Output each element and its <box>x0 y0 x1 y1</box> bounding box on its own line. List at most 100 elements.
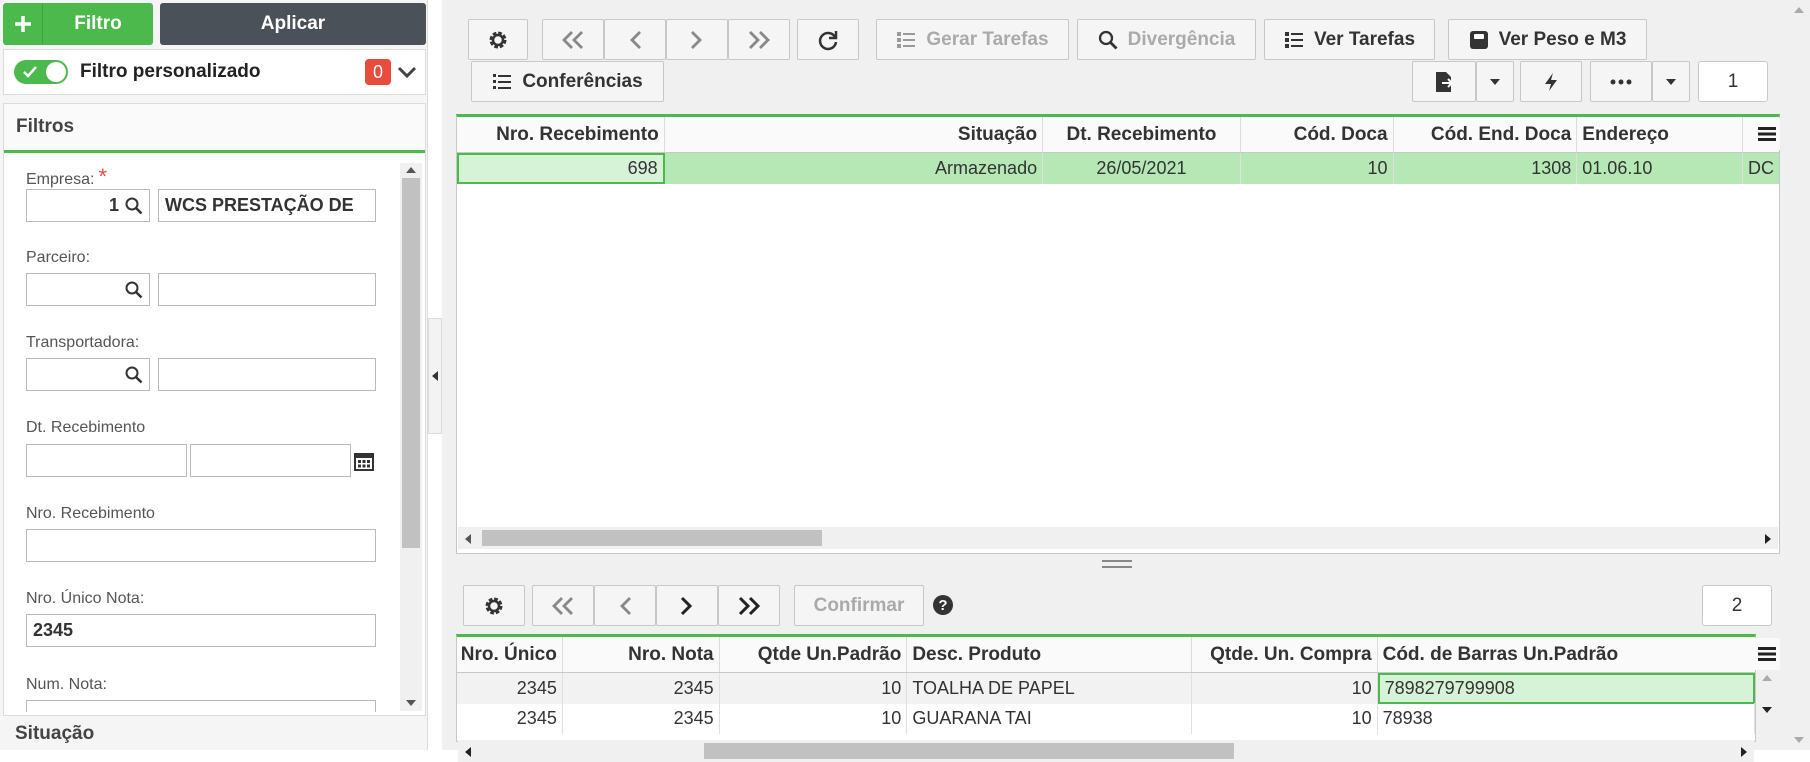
column-header[interactable]: Nro. Único <box>457 637 563 672</box>
chevron-down-icon[interactable] <box>397 65 417 79</box>
table-cell[interactable]: 2345 <box>457 703 563 734</box>
scroll-right-icon[interactable] <box>1740 746 1748 758</box>
calendar-icon[interactable] <box>354 451 374 471</box>
empresa-code-input[interactable]: 1 <box>26 189 150 222</box>
grid-menu-icon[interactable] <box>1754 638 1780 670</box>
items-grid: Nro. Único Nro. Nota Qtde Un.Padrão Desc… <box>456 634 1756 742</box>
scroll-up-icon[interactable] <box>1793 6 1805 14</box>
table-cell[interactable]: 01.06.10 <box>1577 153 1744 184</box>
items-horizontal-scrollbar[interactable] <box>458 740 1754 762</box>
ver-peso-button[interactable]: Ver Peso e M3 <box>1448 19 1647 60</box>
table-cell[interactable]: 2345 <box>457 673 563 704</box>
table-cell[interactable]: 10 <box>1192 673 1378 704</box>
grid-menu-icon[interactable] <box>1754 118 1780 150</box>
table-cell[interactable]: 2345 <box>563 703 720 734</box>
table-cell[interactable]: 10 <box>720 703 908 734</box>
previous-record-button[interactable] <box>604 19 666 60</box>
table-cell[interactable]: GUARANA TAI <box>907 703 1192 734</box>
search-icon[interactable] <box>125 197 143 215</box>
more-options-button[interactable] <box>1590 61 1652 102</box>
scroll-up-icon[interactable] <box>405 166 417 174</box>
search-icon[interactable] <box>125 366 143 384</box>
custom-filter-toggle[interactable] <box>14 60 68 84</box>
column-header[interactable]: Nro. Nota <box>563 637 720 672</box>
column-header[interactable]: Situação <box>665 117 1044 152</box>
table-cell[interactable]: TOALHA DE PAPEL <box>907 673 1192 704</box>
detail-last-record-button[interactable] <box>718 585 780 626</box>
ver-tarefas-button[interactable]: Ver Tarefas <box>1264 19 1435 60</box>
table-cell[interactable]: 1308 <box>1394 153 1578 184</box>
detail-first-record-button[interactable] <box>532 585 594 626</box>
num-nota-input[interactable] <box>26 700 376 712</box>
add-filter-button[interactable]: Filtro <box>3 3 153 45</box>
last-record-button[interactable] <box>728 19 790 60</box>
column-header[interactable]: Cód. de Barras Un.Padrão <box>1378 637 1755 672</box>
collapse-sidebar-handle[interactable] <box>428 318 442 434</box>
scroll-up-icon[interactable] <box>1761 674 1773 682</box>
column-header[interactable]: Cód. Doca <box>1241 117 1394 152</box>
export-dropdown-button[interactable] <box>1476 61 1514 102</box>
transportadora-code-input[interactable] <box>26 358 150 391</box>
apply-button[interactable]: Aplicar <box>160 3 426 45</box>
dt-recebimento-end-input[interactable] <box>190 444 351 477</box>
column-header[interactable]: Desc. Produto <box>907 637 1192 672</box>
confirmar-button[interactable]: Confirmar <box>794 585 924 626</box>
table-row[interactable]: 698 Armazenado 26/05/2021 10 1308 01.06.… <box>457 153 1779 184</box>
settings-button[interactable] <box>468 19 528 60</box>
actions-button[interactable] <box>1520 61 1582 102</box>
situacao-section-header[interactable]: Situação <box>3 715 426 750</box>
table-cell[interactable]: 10 <box>720 673 908 704</box>
detail-previous-record-button[interactable] <box>594 585 656 626</box>
gerar-tarefas-button[interactable]: Gerar Tarefas <box>876 19 1069 60</box>
table-row[interactable]: 2345 2345 10 GUARANA TAI 10 78938 <box>457 703 1755 734</box>
search-icon[interactable] <box>125 281 143 299</box>
column-header[interactable]: Nro. Recebimento <box>457 117 665 152</box>
table-cell[interactable]: 698 <box>457 153 665 184</box>
table-cell[interactable]: 78938 <box>1378 703 1755 734</box>
table-cell[interactable]: 10 <box>1192 703 1378 734</box>
detail-settings-button[interactable] <box>463 585 525 626</box>
table-cell[interactable]: 26/05/2021 <box>1043 153 1241 184</box>
receipts-horizontal-scrollbar[interactable] <box>458 527 1778 549</box>
scroll-left-icon[interactable] <box>464 746 472 758</box>
more-options-dropdown-button[interactable] <box>1652 61 1690 102</box>
scrollbar-thumb[interactable] <box>482 530 822 546</box>
scroll-down-icon[interactable] <box>1761 706 1773 714</box>
table-cell[interactable]: DC <box>1743 153 1779 184</box>
dt-recebimento-start-input[interactable] <box>26 444 187 477</box>
next-record-button[interactable] <box>666 19 728 60</box>
detail-next-record-button[interactable] <box>656 585 718 626</box>
export-button[interactable] <box>1412 61 1476 102</box>
column-header[interactable]: Qtde Un.Padrão <box>720 637 908 672</box>
column-header[interactable]: Endereço <box>1577 117 1744 152</box>
column-header[interactable]: Dt. Recebimento <box>1043 117 1241 152</box>
help-icon[interactable]: ? <box>932 594 954 616</box>
refresh-button[interactable] <box>797 19 859 60</box>
table-cell[interactable]: 7898279799908 <box>1377 673 1755 704</box>
table-row[interactable]: 2345 2345 10 TOALHA DE PAPEL 10 78982797… <box>457 673 1755 704</box>
items-vertical-scrollbar[interactable] <box>1756 670 1778 718</box>
conferencias-button[interactable]: Conferências <box>471 61 664 102</box>
scroll-right-icon[interactable] <box>1764 533 1772 545</box>
nro-recebimento-input[interactable] <box>26 529 376 562</box>
divergencia-button[interactable]: Divergência <box>1077 19 1256 60</box>
nro-unico-nota-input[interactable]: 2345 <box>26 614 376 647</box>
column-header[interactable]: Qtde. Un. Compra <box>1192 637 1378 672</box>
scrollbar-thumb[interactable] <box>704 743 1234 759</box>
parceiro-code-input[interactable] <box>26 273 150 306</box>
scroll-left-icon[interactable] <box>464 533 472 545</box>
scroll-down-icon[interactable] <box>1793 736 1805 744</box>
page-scrollbar[interactable] <box>1788 0 1810 750</box>
filters-scrollbar[interactable] <box>400 163 422 711</box>
grid-splitter[interactable] <box>456 553 1780 577</box>
empresa-name-input[interactable]: WCS PRESTAÇÃO DE <box>158 189 376 222</box>
table-cell[interactable]: 10 <box>1241 153 1394 184</box>
transportadora-name-input[interactable] <box>158 358 376 391</box>
table-cell[interactable]: 2345 <box>563 673 720 704</box>
scrollbar-thumb[interactable] <box>402 178 420 548</box>
first-record-button[interactable] <box>542 19 604 60</box>
scroll-down-icon[interactable] <box>405 699 417 707</box>
table-cell[interactable]: Armazenado <box>665 153 1044 184</box>
column-header[interactable]: Cód. End. Doca <box>1394 117 1578 152</box>
parceiro-name-input[interactable] <box>158 273 376 306</box>
